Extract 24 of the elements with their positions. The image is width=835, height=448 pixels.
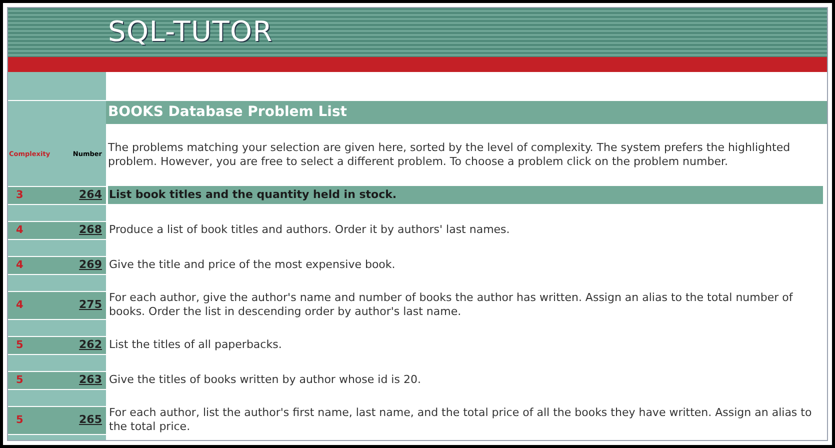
complexity-value: 5 (16, 412, 24, 428)
complexity-value: 4 (16, 258, 24, 273)
problem-number-link[interactable]: 263 (79, 372, 102, 389)
problem-description: For each author, give the author's name and number of books the author has written. Assign an alias to the total number of books. Order the list in descending order by author's last name. (108, 291, 794, 320)
intro-text: The problems matching your selection are given here, sorted by the level of complexity. The system prefers the highlighted problem. However, you are free to select a different problem. To choose a problem click on the problem number. (107, 141, 792, 170)
complexity-value: 4 (16, 222, 24, 238)
complexity-value: 3 (16, 188, 24, 203)
page-title: BOOKS Database Problem List (107, 102, 347, 122)
problem-description: Produce a list of book titles and authors. Order it by authors' last names. (108, 223, 511, 238)
problem-number-link[interactable]: 269 (79, 257, 102, 274)
problem-description: List the titles of all paperbacks. (108, 338, 283, 352)
problem-number-link[interactable]: 264 (79, 187, 102, 204)
problem-number-link[interactable]: 268 (79, 222, 102, 239)
problem-number-link[interactable]: 262 (79, 337, 102, 354)
problem-number-link[interactable]: 265 (79, 412, 102, 429)
problem-description: Give the titles of books written by author whose id is 20. (108, 373, 422, 388)
problem-description: List book titles and the quantity held in stock. (108, 188, 398, 202)
problem-number-link[interactable]: 275 (79, 297, 102, 314)
complexity-value: 5 (16, 372, 24, 388)
problem-description: Give the title and price of the most expensive book. (108, 258, 396, 272)
logo: SQL-TUTOR (108, 18, 273, 46)
complexity-value: 5 (16, 338, 24, 353)
problem-description: For each author, list the author's first name, last name, and the total price of all the books they have written. Assign an alias to the total price. (108, 406, 813, 434)
complexity-value: 4 (16, 298, 24, 313)
